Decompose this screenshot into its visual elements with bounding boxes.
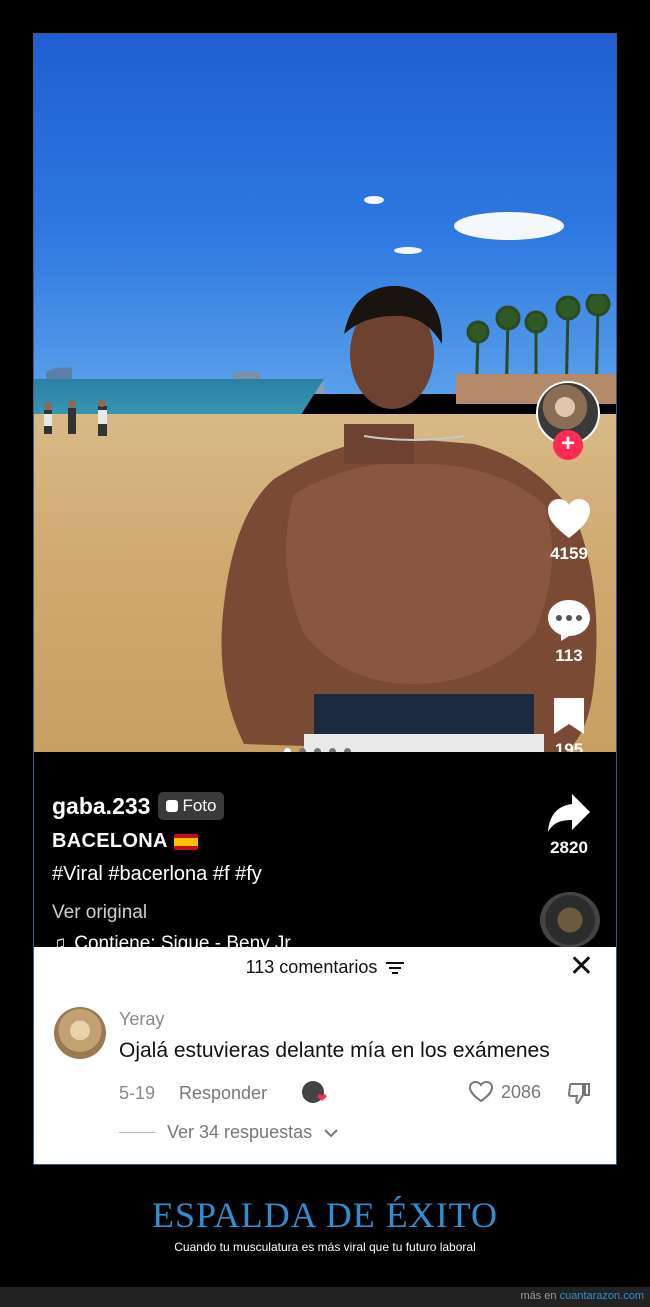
carousel-dot[interactable] [344,748,351,752]
comment-text: Ojalá estuvieras delante mía en los exám… [119,1039,550,1062]
meme-title: ESPALDA DE ÉXITO [151,1195,499,1235]
post-title: BACELONA [52,830,168,852]
cloud [394,247,422,254]
save-count: 195 [554,740,584,752]
comment-count: 113 [555,646,583,665]
comment-button[interactable]: 113 [539,598,599,666]
photo-icon [166,800,179,812]
carousel-dot[interactable] [299,748,306,752]
comment-author-avatar[interactable] [54,1007,106,1059]
photo-badge-label: Foto [182,796,217,815]
bookmark-icon [554,698,584,734]
post-caption: gaba.233 Foto BACELONA #Viral #bacerlona… [52,792,522,954]
like-button[interactable]: 4159 [539,498,599,564]
replies-divider [119,1132,155,1133]
comment-meta: 5-19 Responder ❤ 2086 [119,1081,599,1105]
heart-icon [548,499,590,538]
post-username[interactable]: gaba.233 [52,793,150,820]
view-replies-label: Ver 34 respuestas [167,1122,313,1142]
thumbs-down-icon [567,1083,590,1105]
music-disc[interactable] [540,892,600,948]
follow-plus-button[interactable]: + [553,430,583,460]
like-count: 4159 [550,544,588,563]
comments-header: 113 comentarios [34,947,616,987]
filter-icon[interactable] [386,961,405,975]
cloud [364,196,384,204]
carousel-dot[interactable] [284,748,291,752]
beach-people [44,400,107,436]
chevron-down-icon [324,1128,338,1137]
comments-count-title: 113 comentarios [245,957,378,977]
dislike-button[interactable] [567,1081,591,1110]
comment-bubble-icon [548,600,590,641]
ver-original-link[interactable]: Ver original [52,902,522,924]
spain-flag-icon [173,833,198,850]
cloud [454,212,564,240]
footer-text: más en cuantarazon.com [520,1290,644,1302]
share-arrow-icon [548,794,590,832]
creator-liked-heart-icon: ❤ [317,1091,328,1105]
footer-site-link[interactable]: cuantarazon.com [560,1290,644,1302]
save-button[interactable]: 195 [539,696,599,752]
share-button[interactable]: 2820 [539,792,599,858]
share-count: 2820 [550,838,588,857]
footer-prefix: más en [520,1290,557,1302]
carousel-dot[interactable] [314,748,321,752]
heart-outline-icon [469,1081,493,1103]
close-icon[interactable]: ✕ [569,952,594,982]
post-title-line: BACELONA [52,830,522,853]
comment-author-name[interactable]: Yeray [119,1009,164,1030]
reply-button[interactable]: Responder [179,1083,267,1104]
carousel-dot[interactable] [329,748,336,752]
meme-subtitle: Cuando tu musculatura es más viral que t… [174,1240,476,1254]
view-replies-button[interactable]: Ver 34 respuestas [119,1122,338,1143]
carousel-indicator [284,748,351,752]
tiktok-screenshot-frame: + 4159 113 195 2820 gaba.233 Foto BACELO… [33,33,617,1165]
comment-like-button[interactable]: 2086 [469,1081,541,1103]
comment-like-count: 2086 [501,1081,542,1102]
photo-badge: Foto [158,792,225,820]
post-hashtags[interactable]: #Viral #bacerlona #f #fy [52,863,522,886]
comments-panel: 113 comentarios ✕ Yeray Ojalá estuvieras… [34,947,616,1164]
post-photo[interactable]: + 4159 113 195 [34,34,616,752]
footer-bar: más en cuantarazon.com [0,1287,650,1307]
comment-date: 5-19 [119,1083,156,1103]
